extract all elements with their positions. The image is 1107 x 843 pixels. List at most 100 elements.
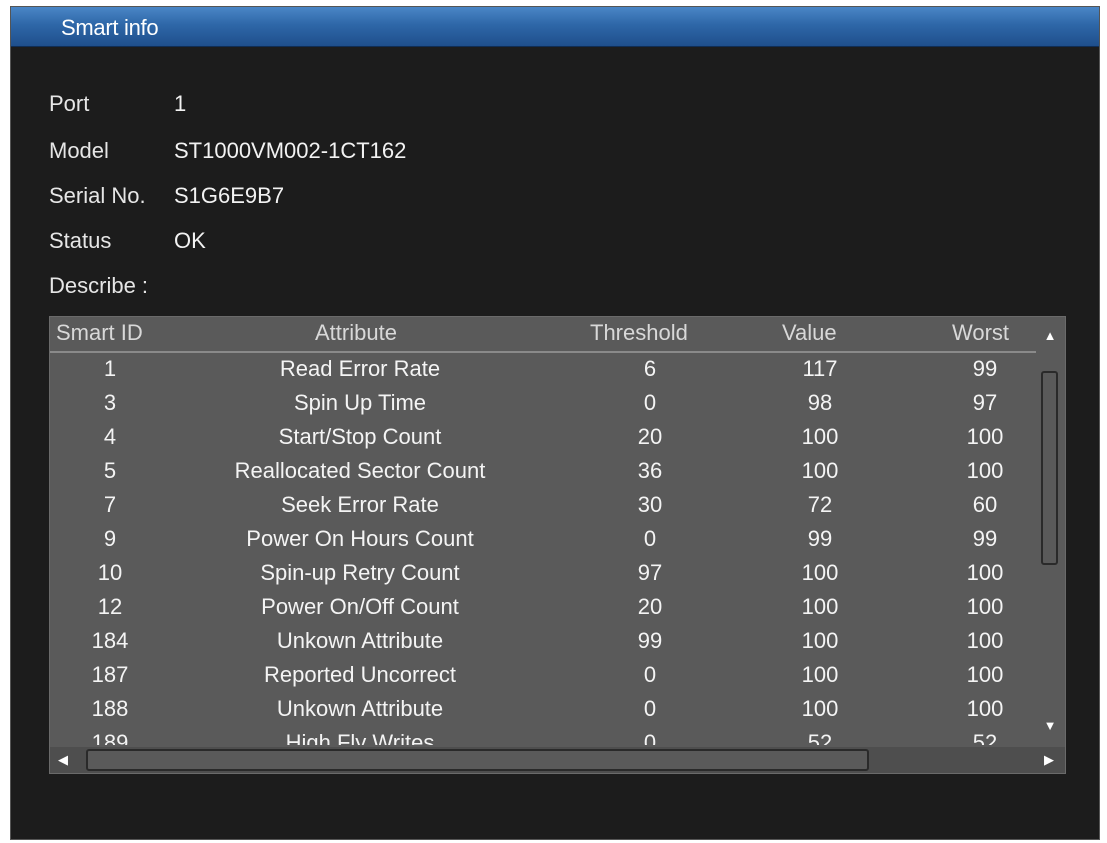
threshold-cell: 36 (637, 458, 663, 483)
table-row[interactable]: 184 Unkown Attribute 99 100 100 (50, 625, 1036, 659)
value-cell: 98 (807, 390, 833, 415)
value-cell: 72 (807, 492, 833, 517)
table-row[interactable]: 189 High Fly Writes 0 52 52 (50, 727, 1036, 745)
value-cell: 52 (807, 730, 833, 745)
horizontal-scroll-thumb[interactable] (86, 749, 869, 771)
value-cell: 100 (801, 458, 839, 483)
model-label: Model (49, 138, 109, 163)
serial-label: Serial No. (49, 183, 146, 208)
threshold-cell: 6 (643, 356, 657, 381)
port-value: 1 (174, 91, 187, 116)
threshold-cell: 0 (643, 390, 657, 415)
attribute-cell: Reallocated Sector Count (234, 458, 486, 483)
threshold-cell: 20 (637, 424, 663, 449)
threshold-cell: 0 (643, 526, 657, 551)
attribute-cell: Reported Uncorrect (264, 662, 456, 687)
value-cell: 99 (807, 526, 833, 551)
worst-cell: 100 (966, 560, 1004, 585)
describe-label: Describe : (49, 273, 149, 298)
model-value: ST1000VM002-1CT162 (174, 138, 407, 163)
value-cell: 100 (801, 594, 839, 619)
smart-id-cell: 188 (91, 696, 129, 721)
column-header-threshold[interactable]: Threshold (590, 320, 688, 346)
threshold-cell: 99 (637, 628, 663, 653)
attribute-cell: High Fly Writes (285, 730, 435, 745)
smart-id-cell: 4 (103, 424, 117, 449)
smart-id-cell: 189 (91, 730, 129, 745)
column-header-worst[interactable]: Worst (952, 320, 1009, 346)
worst-cell: 100 (966, 628, 1004, 653)
worst-cell: 100 (966, 662, 1004, 687)
table-row[interactable]: 7 Seek Error Rate 30 72 60 (50, 489, 1036, 523)
value-cell: 100 (801, 628, 839, 653)
table-row[interactable]: 5 Reallocated Sector Count 36 100 100 (50, 455, 1036, 489)
status-value: OK (174, 228, 206, 253)
scroll-right-icon[interactable]: ▶ (1042, 753, 1056, 767)
vertical-scrollbar[interactable]: ▲ ▼ (1035, 317, 1065, 749)
value-cell: 100 (801, 662, 839, 687)
attribute-cell: Spin-up Retry Count (260, 560, 460, 585)
smart-id-cell: 5 (103, 458, 117, 483)
worst-cell: 100 (966, 594, 1004, 619)
column-header-smart-id[interactable]: Smart ID (56, 320, 143, 346)
worst-cell: 60 (972, 492, 998, 517)
scroll-down-icon[interactable]: ▼ (1043, 719, 1057, 733)
serial-value: S1G6E9B7 (174, 183, 285, 208)
table-row[interactable]: 12 Power On/Off Count 20 100 100 (50, 591, 1036, 625)
threshold-cell: 0 (643, 696, 657, 721)
scroll-left-icon[interactable]: ◀ (56, 753, 70, 767)
smart-id-cell: 12 (97, 594, 123, 619)
smart-id-cell: 3 (103, 390, 117, 415)
table-row[interactable]: 9 Power On Hours Count 0 99 99 (50, 523, 1036, 557)
title-bar: Smart info (11, 7, 1099, 47)
value-cell: 117 (802, 356, 838, 381)
threshold-cell: 0 (643, 662, 657, 687)
table-row[interactable]: 3 Spin Up Time 0 98 97 (50, 387, 1036, 421)
attribute-cell: Power On Hours Count (246, 526, 474, 551)
table-row[interactable]: 1 Read Error Rate 6 117 99 (50, 353, 1036, 387)
table-row[interactable]: 4 Start/Stop Count 20 100 100 (50, 421, 1036, 455)
smart-info-window: Smart info Port 1 Model ST1000VM002-1CT1… (10, 6, 1100, 840)
attribute-cell: Seek Error Rate (281, 492, 439, 517)
smart-id-cell: 1 (103, 356, 117, 381)
smart-id-cell: 184 (91, 628, 129, 653)
worst-cell: 97 (972, 390, 998, 415)
port-label: Port (49, 91, 90, 116)
scroll-up-icon[interactable]: ▲ (1043, 329, 1057, 343)
table-row[interactable]: 188 Unkown Attribute 0 100 100 (50, 693, 1036, 727)
table-row[interactable]: 187 Reported Uncorrect 0 100 100 (50, 659, 1036, 693)
table-body: 1 Read Error Rate 6 117 99 3 Spin Up Tim… (50, 353, 1036, 745)
threshold-cell: 97 (637, 560, 663, 585)
column-header-attribute[interactable]: Attribute (315, 320, 397, 346)
table-row[interactable]: 10 Spin-up Retry Count 97 100 100 (50, 557, 1036, 591)
smart-id-cell: 7 (103, 492, 117, 517)
worst-cell: 99 (972, 526, 998, 551)
value-cell: 100 (801, 696, 839, 721)
attribute-cell: Spin Up Time (293, 390, 427, 415)
threshold-cell: 20 (637, 594, 663, 619)
attribute-cell: Unkown Attribute (276, 628, 444, 653)
worst-cell: 52 (972, 730, 998, 745)
column-header-value[interactable]: Value (782, 320, 837, 346)
attribute-cell: Read Error Rate (279, 356, 441, 381)
value-cell: 100 (801, 560, 839, 585)
worst-cell: 99 (972, 356, 998, 381)
smart-table[interactable]: Smart ID Attribute Threshold Value Worst… (49, 316, 1066, 774)
attribute-cell: Power On/Off Count (261, 594, 459, 619)
attribute-cell: Start/Stop Count (278, 424, 442, 449)
smart-id-cell: 187 (91, 662, 129, 687)
table-header: Smart ID Attribute Threshold Value Worst (50, 317, 1036, 353)
horizontal-scrollbar[interactable]: ◀ ▶ (50, 747, 1065, 773)
threshold-cell: 30 (637, 492, 663, 517)
window-title: Smart info (61, 15, 159, 40)
worst-cell: 100 (966, 696, 1004, 721)
status-label: Status (49, 228, 112, 253)
worst-cell: 100 (966, 458, 1004, 483)
threshold-cell: 0 (643, 730, 657, 745)
vertical-scroll-thumb[interactable] (1041, 371, 1058, 565)
smart-id-cell: 9 (103, 526, 117, 551)
attribute-cell: Unkown Attribute (276, 696, 444, 721)
smart-id-cell: 10 (97, 560, 123, 585)
value-cell: 100 (801, 424, 839, 449)
worst-cell: 100 (966, 424, 1004, 449)
